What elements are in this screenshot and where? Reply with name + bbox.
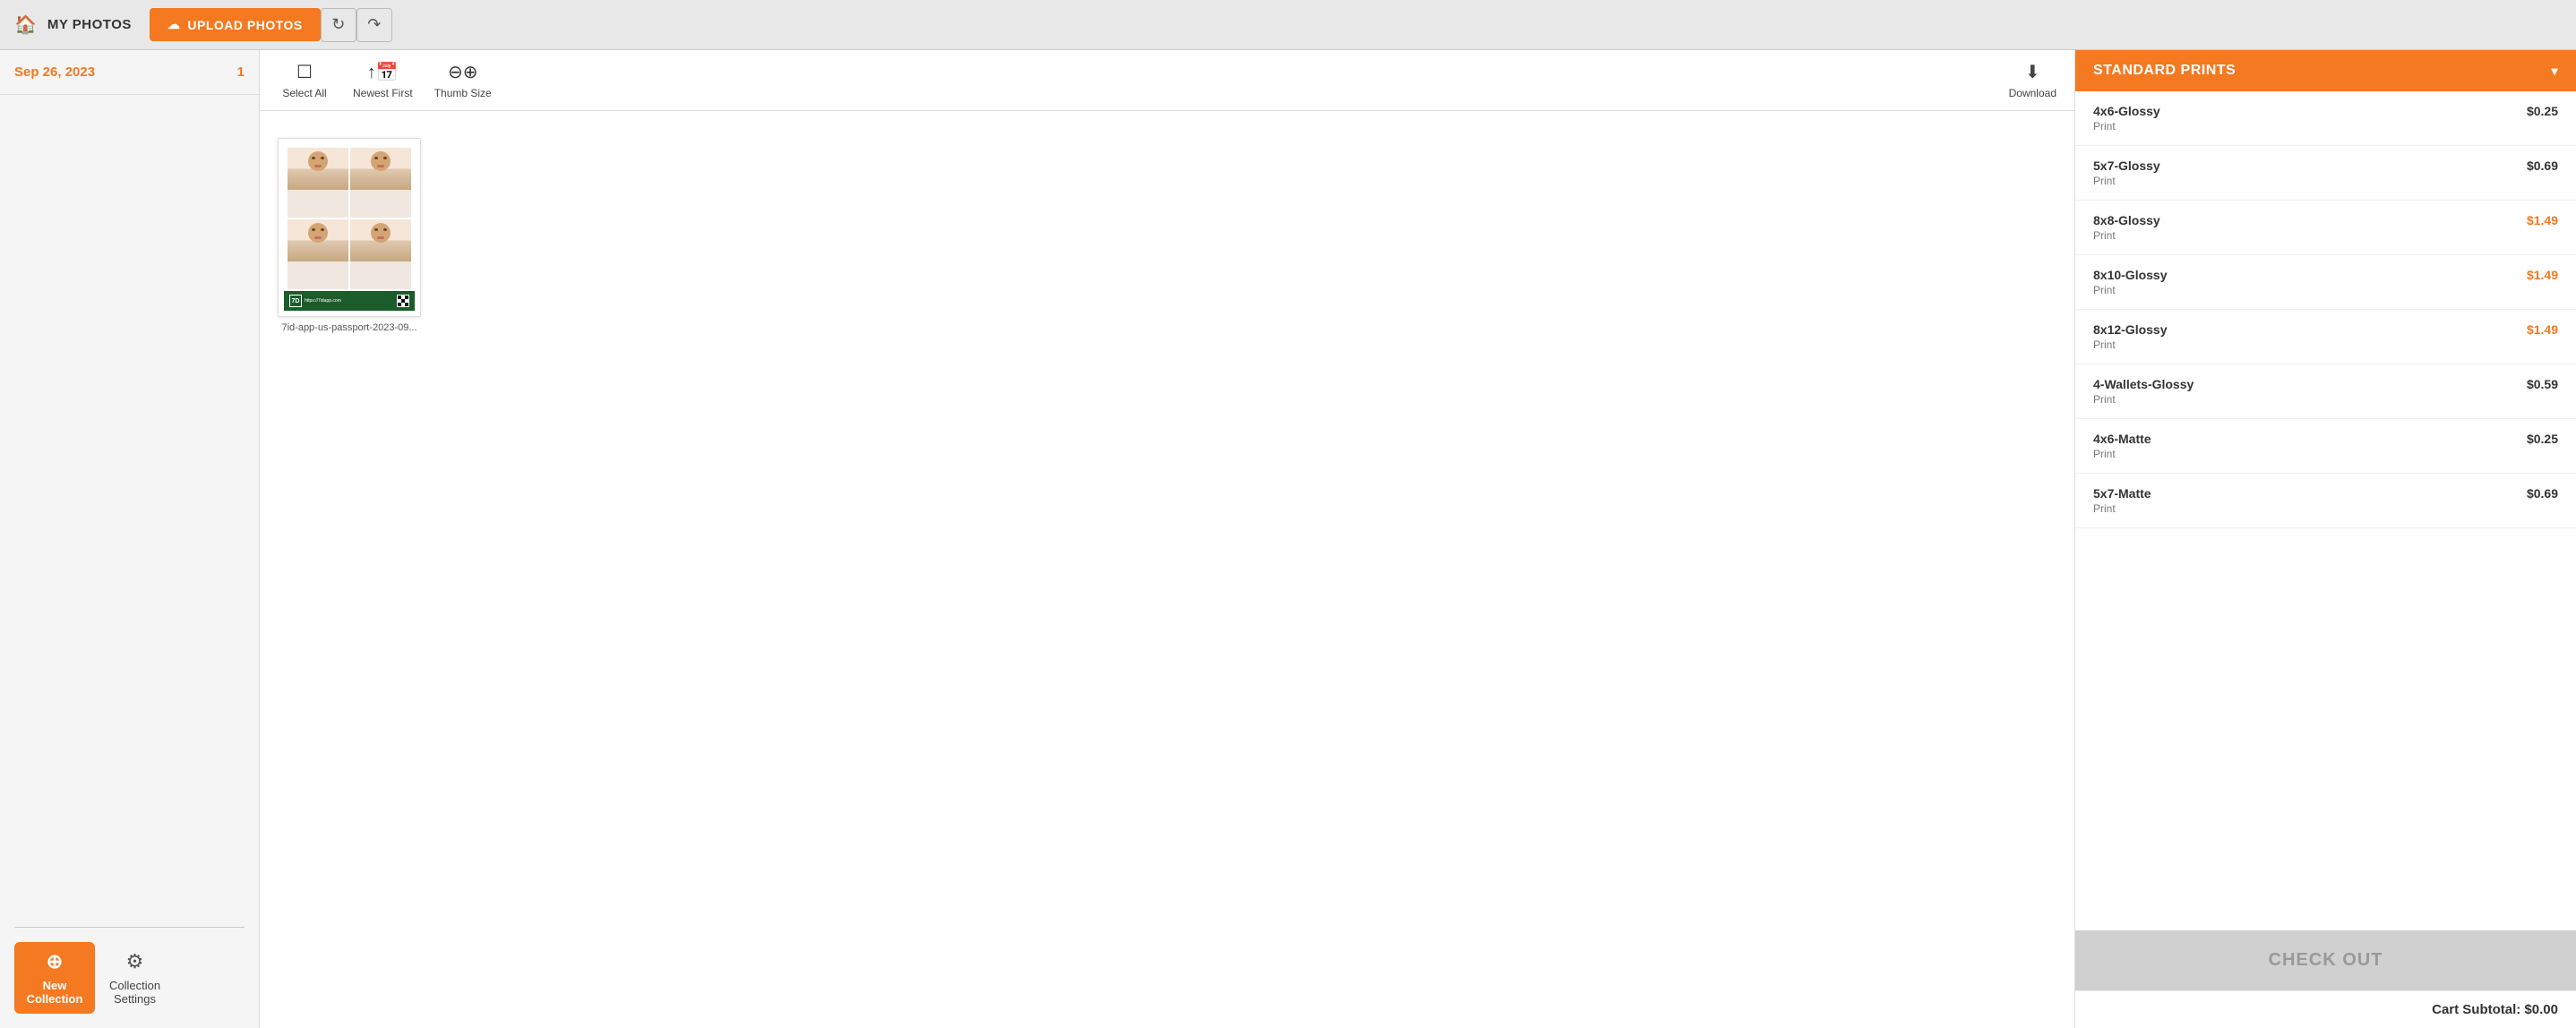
chevron-down-icon: ▾ (2551, 64, 2558, 79)
toolbar-right: ⬇ Download (2009, 61, 2057, 99)
main-layout: Sep 26, 2023 1 ⊕ NewCollection ⚙ Collect… (0, 50, 2576, 1028)
checkout-section: CHECK OUT (2075, 930, 2576, 990)
newest-first-button[interactable]: ↑📅 Newest First (353, 61, 413, 99)
list-item[interactable]: 7D https://7idapp.com 7id-app- (278, 138, 421, 333)
thumb-size-label: Thumb Size (434, 87, 492, 99)
content-area: ☐ Select All ↑📅 Newest First ⊖⊕ Thumb Si… (260, 50, 2074, 1028)
list-item[interactable]: 5x7-Matte Print $0.69 (2075, 474, 2576, 528)
print-price: $0.25 (2527, 432, 2558, 446)
print-type: Print (2093, 338, 2168, 351)
sidebar-date-row: Sep 26, 2023 1 (0, 50, 259, 95)
share-button[interactable]: ↷ (356, 8, 392, 42)
download-icon: ⬇ (2025, 61, 2040, 83)
thumb-size-button[interactable]: ⊖⊕ Thumb Size (434, 61, 492, 99)
select-all-label: Select All (282, 87, 326, 99)
print-type: Print (2093, 502, 2151, 515)
header-left: 🏠 MY PHOTOS (14, 13, 132, 36)
refresh-button[interactable]: ↻ (321, 8, 356, 42)
photo-thumbnail: 7D https://7idapp.com (278, 138, 421, 317)
photo-grid: 7D https://7idapp.com 7id-app- (260, 111, 2074, 1028)
print-type: Print (2093, 393, 2194, 406)
print-info: 8x8-Glossy Print (2093, 213, 2160, 242)
camera-icon: 🏠 (14, 13, 37, 36)
prints-list: 4x6-Glossy Print $0.25 5x7-Glossy Print … (2075, 91, 2576, 930)
photo-filename: 7id-app-us-passport-2023-09... (281, 322, 416, 333)
print-info: 4-Wallets-Glossy Print (2093, 377, 2194, 406)
toolbar: ☐ Select All ↑📅 Newest First ⊖⊕ Thumb Si… (260, 50, 2074, 111)
list-item[interactable]: 8x12-Glossy Print $1.49 (2075, 310, 2576, 364)
download-label: Download (2009, 87, 2057, 99)
print-info: 5x7-Glossy Print (2093, 158, 2160, 187)
upload-photos-button[interactable]: ☁ UPLOAD PHOTOS (150, 8, 321, 41)
right-panel: STANDARD PRINTS ▾ 4x6-Glossy Print $0.25… (2074, 50, 2576, 1028)
print-price: $1.49 (2527, 268, 2558, 282)
select-all-button[interactable]: ☐ Select All (278, 61, 331, 99)
print-type: Print (2093, 120, 2160, 133)
print-price: $0.69 (2527, 486, 2558, 501)
print-info: 8x12-Glossy Print (2093, 322, 2168, 351)
print-info: 8x10-Glossy Print (2093, 268, 2168, 296)
upload-photos-label: UPLOAD PHOTOS (187, 18, 302, 32)
brand-label: MY PHOTOS (47, 17, 132, 32)
print-name: 5x7-Matte (2093, 486, 2151, 501)
print-name: 4-Wallets-Glossy (2093, 377, 2194, 391)
collection-settings-label: CollectionSettings (109, 979, 160, 1006)
print-price: $0.59 (2527, 377, 2558, 391)
cart-subtotal-label: Cart Subtotal: (2432, 1002, 2520, 1017)
print-type: Print (2093, 448, 2151, 460)
print-info: 4x6-Glossy Print (2093, 104, 2160, 133)
print-name: 5x7-Glossy (2093, 158, 2160, 173)
print-type: Print (2093, 284, 2168, 296)
download-button[interactable]: ⬇ Download (2009, 61, 2057, 99)
print-name: 8x12-Glossy (2093, 322, 2168, 337)
sidebar-spacer (0, 95, 259, 927)
sidebar-actions: ⊕ NewCollection ⚙ CollectionSettings (0, 928, 259, 1028)
print-name: 8x8-Glossy (2093, 213, 2160, 227)
print-name: 4x6-Matte (2093, 432, 2151, 446)
header: 🏠 MY PHOTOS ☁ UPLOAD PHOTOS ↻ ↷ (0, 0, 2576, 50)
print-type: Print (2093, 175, 2160, 187)
list-item[interactable]: 4-Wallets-Glossy Print $0.59 (2075, 364, 2576, 419)
plus-icon: ⊕ (47, 950, 63, 973)
gear-icon: ⚙ (126, 950, 144, 973)
cart-subtotal: Cart Subtotal: $0.00 (2075, 990, 2576, 1028)
checkbox-icon: ☐ (296, 61, 313, 83)
cloud-upload-icon: ☁ (167, 17, 181, 32)
print-info: 5x7-Matte Print (2093, 486, 2151, 515)
list-item[interactable]: 4x6-Glossy Print $0.25 (2075, 91, 2576, 146)
print-type: Print (2093, 229, 2160, 242)
thumb-size-icon: ⊖⊕ (448, 61, 478, 83)
sidebar-date: Sep 26, 2023 (14, 64, 95, 80)
sort-icon: ↑📅 (367, 61, 399, 83)
print-price: $1.49 (2527, 213, 2558, 227)
sidebar-count: 1 (237, 64, 245, 80)
refresh-icon: ↻ (331, 15, 345, 34)
sidebar: Sep 26, 2023 1 ⊕ NewCollection ⚙ Collect… (0, 50, 260, 1028)
new-collection-label: NewCollection (27, 979, 83, 1006)
list-item[interactable]: 8x8-Glossy Print $1.49 (2075, 201, 2576, 255)
print-name: 8x10-Glossy (2093, 268, 2168, 282)
print-info: 4x6-Matte Print (2093, 432, 2151, 460)
cart-subtotal-value: $0.00 (2524, 1002, 2558, 1017)
checkout-button[interactable]: CHECK OUT (2075, 930, 2576, 990)
standard-prints-label: STANDARD PRINTS (2093, 63, 2236, 79)
print-name: 4x6-Glossy (2093, 104, 2160, 118)
print-price: $0.25 (2527, 104, 2558, 118)
newest-first-label: Newest First (353, 87, 413, 99)
standard-prints-header[interactable]: STANDARD PRINTS ▾ (2075, 50, 2576, 91)
list-item[interactable]: 4x6-Matte Print $0.25 (2075, 419, 2576, 474)
print-price: $0.69 (2527, 158, 2558, 173)
print-price: $1.49 (2527, 322, 2558, 337)
collection-settings-button[interactable]: ⚙ CollectionSettings (109, 950, 160, 1006)
new-collection-button[interactable]: ⊕ NewCollection (14, 942, 95, 1014)
list-item[interactable]: 5x7-Glossy Print $0.69 (2075, 146, 2576, 201)
list-item[interactable]: 8x10-Glossy Print $1.49 (2075, 255, 2576, 310)
share-icon: ↷ (367, 15, 381, 34)
